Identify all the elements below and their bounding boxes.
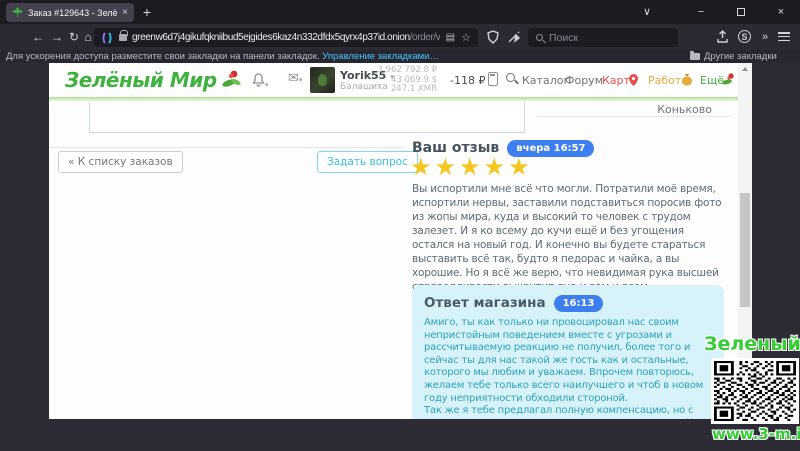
- product-photo[interactable]: [138, 101, 228, 109]
- notifications-button[interactable]: ▾: [252, 72, 269, 91]
- nav-catalog[interactable]: Каталог: [522, 74, 569, 87]
- bookmarks-bar: Для ускорения доступа разместите свои за…: [0, 50, 800, 63]
- security-shield-icon[interactable]: [487, 30, 499, 44]
- site-header: Зелёный Мир ▾ ✉▾ Yorik55 ▾ Балашиха 3 96…: [49, 63, 738, 97]
- scrollbar-thumb[interactable]: [740, 193, 750, 307]
- header-divider: [49, 97, 738, 101]
- reply-text-1: Амиго, ты как только ни провоцировал нас…: [424, 317, 712, 405]
- tab-list-chevron-icon[interactable]: ∨: [636, 0, 658, 24]
- browser-toolbar: ← → ↻ ⌂ greenw6d7j4gikufqkniibud5ejgides…: [0, 24, 800, 50]
- scroll-up-arrow[interactable]: [742, 67, 748, 71]
- folder-icon: [690, 53, 700, 60]
- bookmarks-hint: Для ускорения доступа разместите свои за…: [6, 50, 439, 63]
- restore-button[interactable]: [730, 0, 752, 24]
- reply-time-badge: 16:13: [554, 295, 604, 312]
- search-field[interactable]: Поиск: [528, 28, 678, 47]
- caret-down-icon: ▾: [299, 76, 303, 84]
- karma-value: -118 ₽: [450, 74, 485, 87]
- browser-tab[interactable]: Заказ #129643 - Зелёный Мир ×: [6, 3, 134, 22]
- nav-forum[interactable]: Форум: [565, 74, 603, 87]
- bookmark-star-icon[interactable]: ☆: [461, 31, 471, 44]
- screen: Заказ #129643 - Зелёный Мир × + ∨ − × ← …: [0, 0, 800, 451]
- url-bar[interactable]: greenw6d7j4gikufqkniibud5ejgides6kaz4n33…: [94, 28, 478, 47]
- new-tab-button[interactable]: +: [138, 3, 156, 22]
- lock-icon[interactable]: [119, 34, 127, 41]
- overflow-icon[interactable]: »: [757, 24, 773, 50]
- qr-code: [711, 358, 799, 424]
- reply-text-2: Так же я тебе предлагал полную компенсац…: [424, 405, 712, 419]
- browser-tab-bar: Заказ #129643 - Зелёный Мир × + ∨ − ×: [0, 0, 800, 24]
- shop-reply-box: Ответ магазина 16:13 Амиго, ты как только…: [412, 285, 724, 419]
- url-text[interactable]: greenw6d7j4gikufqkniibud5ejgides6kaz4n33…: [132, 32, 440, 43]
- divider: [49, 147, 403, 148]
- watermark-url: www.3-m.io: [712, 425, 800, 443]
- manage-bookmarks-link[interactable]: Управление закладками…: [322, 51, 439, 62]
- back-icon[interactable]: ←: [30, 24, 46, 50]
- search-icon: [536, 34, 543, 41]
- mail-icon: ✉: [288, 71, 299, 86]
- noscript-icon[interactable]: S: [738, 30, 751, 43]
- tab-title: Заказ #129643 - Зелёный Мир: [28, 8, 118, 18]
- close-window-button[interactable]: ×: [770, 0, 792, 24]
- minimize-button[interactable]: −: [690, 0, 712, 24]
- search-placeholder: Поиск: [549, 32, 578, 44]
- tor-circuit-icon[interactable]: [101, 32, 113, 44]
- more-flower-icon[interactable]: [721, 71, 737, 87]
- divider: [537, 116, 731, 117]
- tab-close-icon[interactable]: ×: [122, 7, 128, 18]
- page-viewport: Зелёный Мир ▾ ✉▾ Yorik55 ▾ Балашиха 3 96…: [49, 63, 738, 419]
- bell-icon: [252, 73, 265, 87]
- reply-title: Ответ магазина: [424, 295, 546, 311]
- other-bookmarks-button[interactable]: Другие закладки: [704, 50, 777, 63]
- header-search-icon[interactable]: [506, 73, 515, 82]
- site-logo[interactable]: Зелёный Мир: [65, 68, 217, 92]
- reader-mode-icon[interactable]: ▤: [446, 32, 455, 43]
- avatar[interactable]: [310, 67, 335, 93]
- messages-button[interactable]: ✉▾: [288, 71, 302, 86]
- tab-favicon-icon: [12, 7, 23, 18]
- calculator-icon[interactable]: [488, 72, 498, 86]
- money-bag-icon[interactable]: [681, 73, 693, 86]
- restore-icon: [737, 8, 745, 16]
- forward-icon[interactable]: →: [49, 24, 65, 50]
- caret-down-icon: ▾: [265, 81, 269, 89]
- menu-icon[interactable]: [778, 32, 790, 42]
- ask-question-button[interactable]: Задать вопрос: [317, 151, 418, 173]
- map-icon[interactable]: [628, 74, 639, 86]
- balance-block: 3 962 792.8 ₽ 43 069.9 $ 247.1 XMR: [349, 66, 437, 95]
- back-to-orders-button[interactable]: « К списку заказов: [58, 151, 183, 173]
- watermark-title: Зеленый Мир: [704, 333, 800, 355]
- new-identity-broom-icon[interactable]: [507, 30, 521, 44]
- order-district: Коньково: [657, 103, 712, 116]
- rating-stars: ★★★★★: [410, 153, 533, 181]
- balance-xmr: 247.1 XMR: [349, 85, 437, 95]
- logo-flower-icon: [219, 67, 243, 91]
- extension-share-icon[interactable]: [716, 30, 729, 43]
